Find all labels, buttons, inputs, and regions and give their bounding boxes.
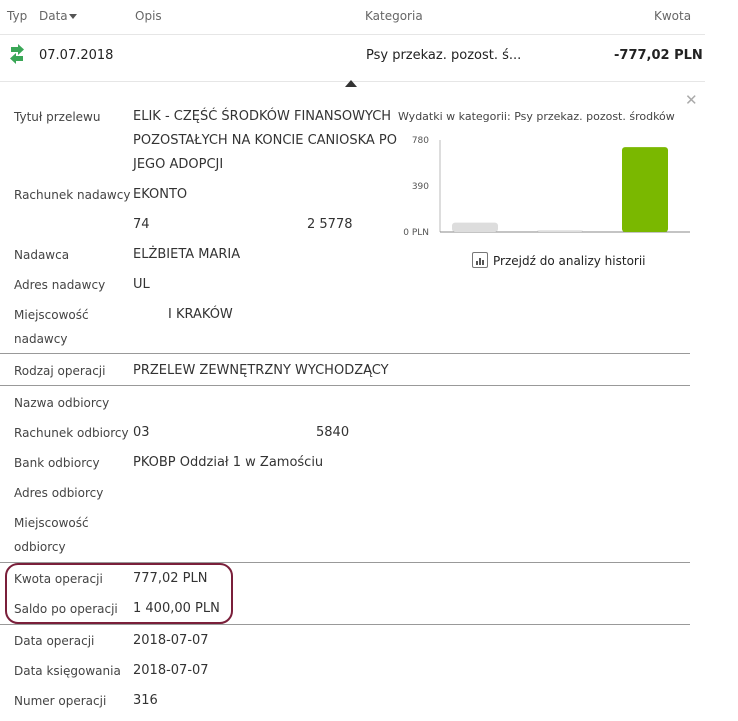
divider bbox=[0, 385, 690, 386]
expand-caret-icon bbox=[345, 80, 357, 87]
chart-bar[interactable] bbox=[537, 230, 583, 232]
history-analysis-label: Przejdź do analizy historii bbox=[493, 254, 646, 268]
highlight-annotation bbox=[5, 563, 233, 624]
transfer-out-icon bbox=[10, 44, 24, 64]
miejscowosc-odbiorcy-label-2: odbiorcy bbox=[14, 540, 66, 554]
close-icon[interactable]: ✕ bbox=[685, 91, 698, 109]
adres-nadawcy-label: Adres nadawcy bbox=[14, 278, 106, 292]
chart-bar[interactable] bbox=[622, 147, 668, 232]
rachunek-nadawcy-num-b: 2 5778 bbox=[307, 217, 353, 232]
y-tick-label: 390 bbox=[412, 182, 429, 192]
rodzaj-label: Rodzaj operacji bbox=[14, 364, 106, 378]
table-header: Typ Data Opis Kategoria Kwota bbox=[0, 0, 705, 35]
tytul-line3: JEGO ADOPCJI bbox=[133, 157, 224, 172]
rachunek-odbiorcy-a: 03 bbox=[133, 425, 150, 440]
bank-label: Bank odbiorcy bbox=[14, 456, 100, 470]
adres-odbiorcy-label: Adres odbiorcy bbox=[14, 486, 104, 500]
col-typ: Typ bbox=[7, 9, 28, 23]
nazwa-odbiorcy-label: Nazwa odbiorcy bbox=[14, 396, 110, 410]
rachunek-nadawcy-label: Rachunek nadawcy bbox=[14, 188, 131, 202]
rodzaj-value: PRZELEW ZEWNĘTRZNY WYCHODZĄCY bbox=[133, 363, 389, 378]
adres-nadawcy-value: UL bbox=[133, 277, 150, 292]
tytul-line2: POZOSTAŁYCH NA KONCIE CANIOSKA PO bbox=[133, 133, 397, 148]
category-chart: 0 PLN 390 780 bbox=[403, 136, 690, 238]
data-ksiegowania-value: 2018-07-07 bbox=[133, 663, 209, 678]
bank-value: PKOBP Oddział 1 w Zamościu bbox=[133, 455, 324, 470]
chart-bar[interactable] bbox=[452, 222, 498, 232]
sort-desc-icon[interactable] bbox=[69, 14, 77, 19]
col-data[interactable]: Data bbox=[39, 9, 68, 23]
nadawca-label: Nadawca bbox=[14, 248, 70, 262]
rachunek-odbiorcy-b: 5840 bbox=[316, 425, 350, 440]
y-tick-label: 780 bbox=[412, 136, 429, 146]
col-kategoria[interactable]: Kategoria bbox=[365, 9, 423, 23]
row-category: Psy przekaz. pozost. ś... bbox=[366, 48, 522, 63]
rachunek-odbiorcy-label: Rachunek odbiorcy bbox=[14, 426, 129, 440]
col-kwota[interactable]: Kwota bbox=[654, 9, 691, 23]
nadawca-value: ELŻBIETA MARIA bbox=[133, 247, 241, 262]
data-ksiegowania-label: Data księgowania bbox=[14, 664, 121, 678]
divider bbox=[0, 353, 690, 354]
rachunek-nadawcy-name: EKONTO bbox=[133, 187, 188, 202]
numer-operacji-label: Numer operacji bbox=[14, 694, 107, 708]
bar-chart-icon bbox=[472, 252, 488, 268]
miejscowosc-nadawcy-value: I KRAKÓW bbox=[168, 307, 233, 322]
history-analysis-link[interactable]: Przejdź do analizy historii bbox=[472, 252, 646, 268]
numer-operacji-value: 316 bbox=[133, 693, 158, 708]
miejscowosc-nadawcy-label-2: nadawcy bbox=[14, 332, 68, 346]
miejscowosc-odbiorcy-label-1: Miejscowość bbox=[14, 516, 89, 530]
divider bbox=[0, 624, 690, 625]
tytul-label: Tytuł przelewu bbox=[14, 110, 101, 124]
transaction-row[interactable]: 07.07.2018 Psy przekaz. pozost. ś... -77… bbox=[0, 35, 705, 82]
chart-title: Wydatki w kategorii: Psy przekaz. pozost… bbox=[398, 110, 675, 123]
data-operacji-value: 2018-07-07 bbox=[133, 633, 209, 648]
col-opis[interactable]: Opis bbox=[135, 9, 162, 23]
data-operacji-label: Data operacji bbox=[14, 634, 95, 648]
y-tick-label: 0 PLN bbox=[403, 228, 429, 238]
row-date: 07.07.2018 bbox=[39, 48, 114, 63]
rachunek-nadawcy-num-a: 74 bbox=[133, 217, 150, 232]
row-amount: -777,02 PLN bbox=[614, 48, 703, 63]
miejscowosc-nadawcy-label-1: Miejscowość bbox=[14, 308, 89, 322]
tytul-line1: ELIK - CZĘŚĆ ŚRODKÓW FINANSOWYCH bbox=[133, 109, 392, 124]
